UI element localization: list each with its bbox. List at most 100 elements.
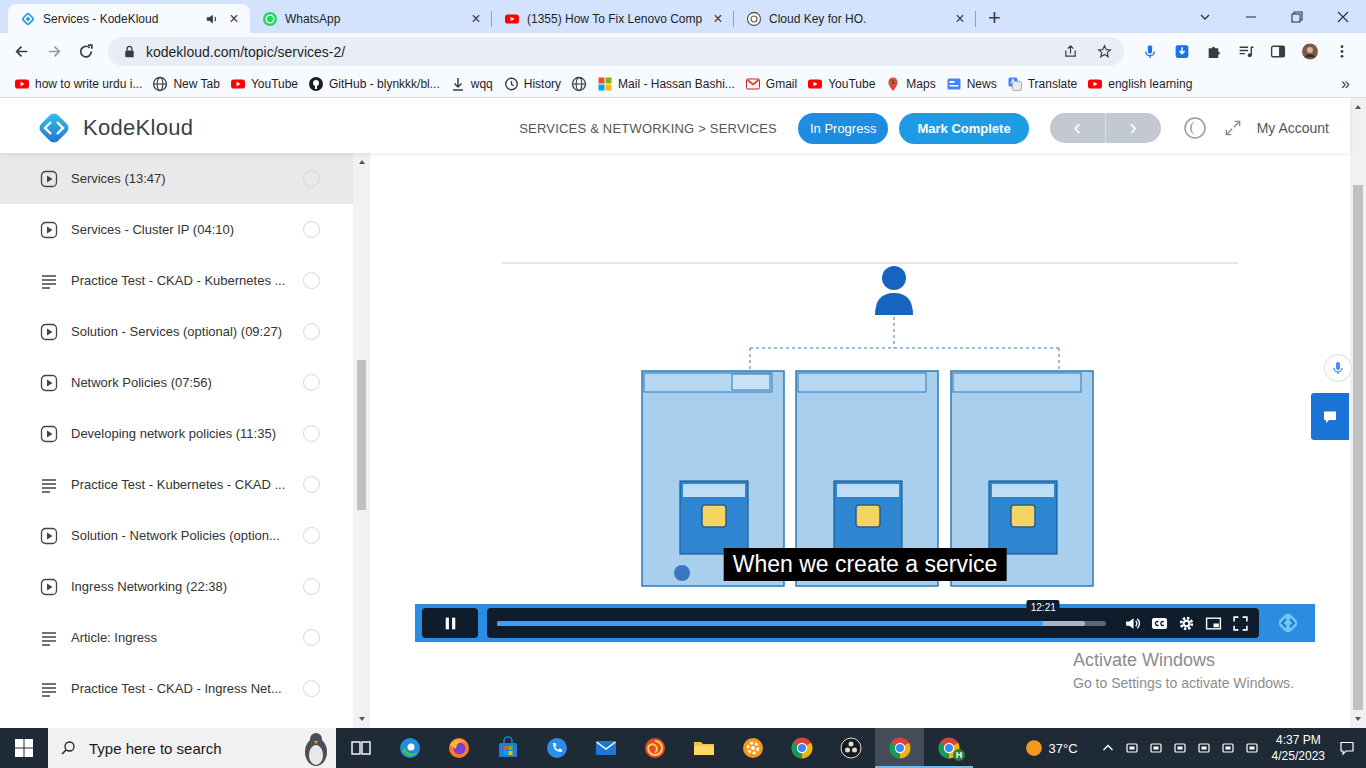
completion-circle[interactable] bbox=[303, 629, 320, 646]
usb-icon[interactable] bbox=[1144, 740, 1168, 756]
status-button[interactable]: In Progress bbox=[798, 113, 888, 144]
page-scrollbar[interactable] bbox=[1350, 98, 1366, 728]
sidebar-item[interactable]: Article: Ingress bbox=[0, 612, 353, 663]
bookmark[interactable]: YouTube bbox=[225, 76, 303, 92]
bookmark[interactable]: History bbox=[498, 76, 566, 92]
logo[interactable]: KodeKloud bbox=[34, 108, 193, 148]
taskbar-app[interactable] bbox=[581, 728, 630, 768]
completion-circle[interactable] bbox=[303, 221, 320, 238]
mark-complete-button[interactable]: Mark Complete bbox=[899, 113, 1028, 144]
chevron-up-icon[interactable] bbox=[1096, 740, 1120, 756]
completion-circle[interactable] bbox=[303, 170, 320, 187]
scroll-up-icon[interactable] bbox=[358, 158, 366, 166]
new-tab-button[interactable]: + bbox=[988, 7, 1001, 29]
taskbar-app[interactable] bbox=[826, 728, 875, 768]
video-frame[interactable]: When we create a service bbox=[415, 153, 1315, 604]
browser-tab[interactable]: Cloud Key for HO. × bbox=[734, 4, 976, 33]
completion-circle[interactable] bbox=[303, 323, 320, 340]
forward-icon[interactable] bbox=[38, 43, 70, 60]
taskbar-app[interactable] bbox=[728, 728, 777, 768]
bookmark[interactable]: Maps bbox=[880, 76, 940, 92]
taskbar-app[interactable] bbox=[385, 728, 434, 768]
sidebar-item[interactable]: Ingress Networking (22:38) bbox=[0, 561, 353, 612]
restore-icon[interactable] bbox=[1274, 9, 1320, 25]
close-icon[interactable] bbox=[1320, 9, 1366, 25]
taskbar-app[interactable] bbox=[875, 728, 924, 768]
sidebar-item[interactable]: Network Policies (07:56) bbox=[0, 357, 353, 408]
progress-bar[interactable]: 12:21 bbox=[497, 621, 1106, 626]
avatar-icon[interactable] bbox=[1294, 43, 1326, 60]
network-icon[interactable] bbox=[1120, 740, 1144, 756]
bookmark[interactable]: New Tab bbox=[147, 76, 224, 92]
completion-circle[interactable] bbox=[303, 272, 320, 289]
browser-tab[interactable]: WhatsApp × bbox=[250, 4, 492, 33]
browser-tab[interactable]: Services - KodeKloud × bbox=[8, 4, 250, 33]
weather-widget[interactable]: 37°C bbox=[1025, 739, 1078, 757]
moon-icon[interactable] bbox=[1183, 116, 1207, 140]
sidebar-item[interactable]: Practice Test - Kubernetes - CKAD ... bbox=[0, 459, 353, 510]
fullscreen-icon[interactable] bbox=[1232, 615, 1249, 632]
bookmark[interactable]: GitHub - blynkkk/bl... bbox=[303, 76, 445, 92]
play-pause-button[interactable] bbox=[422, 608, 478, 638]
address-bar[interactable]: kodekloud.com/topic/services-2/ bbox=[108, 37, 1124, 66]
scroll-up-icon[interactable] bbox=[1354, 103, 1362, 111]
sidebar-item[interactable]: Practice Test - CKAD - Ingress Net... bbox=[0, 663, 353, 714]
download-icon[interactable] bbox=[1166, 43, 1198, 60]
back-icon[interactable] bbox=[6, 43, 38, 60]
star-icon[interactable] bbox=[1097, 44, 1112, 59]
notification-icon[interactable] bbox=[1333, 740, 1366, 756]
bluetooth-icon[interactable] bbox=[1168, 740, 1192, 756]
completion-circle[interactable] bbox=[303, 374, 320, 391]
bookmark[interactable]: wqq bbox=[445, 76, 498, 92]
scroll-down-icon[interactable] bbox=[1354, 715, 1362, 723]
bookmark[interactable] bbox=[566, 76, 592, 92]
tab-close-button[interactable]: × bbox=[710, 11, 726, 27]
taskbar-app[interactable] bbox=[630, 728, 679, 768]
picture-in-picture-icon[interactable] bbox=[1205, 615, 1222, 632]
sidebar-item[interactable]: Services (13:47) bbox=[0, 153, 353, 204]
scrollbar-thumb[interactable] bbox=[357, 360, 366, 510]
chat-button[interactable] bbox=[1311, 393, 1349, 440]
bookmark[interactable]: Translate bbox=[1002, 76, 1083, 92]
completion-circle[interactable] bbox=[303, 680, 320, 697]
taskbar-app[interactable] bbox=[679, 728, 728, 768]
lock-icon[interactable] bbox=[122, 44, 137, 59]
completion-circle[interactable] bbox=[303, 578, 320, 595]
tab-close-button[interactable]: × bbox=[226, 11, 242, 27]
next-button[interactable]: › bbox=[1105, 113, 1161, 143]
taskbar-app[interactable] bbox=[532, 728, 581, 768]
sidebar-item[interactable]: Solution - Services (optional) (09:27) bbox=[0, 306, 353, 357]
sidebar-item[interactable]: Solution - Network Policies (option... bbox=[0, 510, 353, 561]
browser-tab[interactable]: (1355) How To Fix Lenovo Comp × bbox=[492, 4, 734, 33]
voice-button[interactable] bbox=[1324, 354, 1352, 382]
taskbar-app[interactable] bbox=[483, 728, 532, 768]
media-icon[interactable] bbox=[1230, 43, 1262, 60]
menu-icon[interactable] bbox=[1326, 43, 1358, 60]
completion-circle[interactable] bbox=[303, 527, 320, 544]
kodekloud-logo-icon[interactable] bbox=[1268, 611, 1308, 635]
tab-close-button[interactable]: × bbox=[468, 11, 484, 27]
captions-icon[interactable] bbox=[1151, 615, 1168, 632]
bookmark[interactable]: Mail - Hassan Bashi... bbox=[592, 76, 740, 92]
taskbar-app[interactable]: H bbox=[924, 728, 973, 768]
bookmark[interactable]: YouTube bbox=[802, 76, 880, 92]
minimize-icon[interactable] bbox=[1228, 9, 1274, 25]
display-icon[interactable] bbox=[1192, 740, 1216, 756]
sidebar-scrollbar[interactable] bbox=[353, 153, 370, 728]
extensions-icon[interactable] bbox=[1198, 43, 1230, 60]
account-link[interactable]: My Account bbox=[1257, 120, 1329, 136]
completion-circle[interactable] bbox=[303, 476, 320, 493]
scrollbar-thumb[interactable] bbox=[1353, 185, 1363, 710]
taskbar-app[interactable] bbox=[336, 728, 385, 768]
share-icon[interactable] bbox=[1063, 44, 1078, 59]
wifi-icon[interactable] bbox=[1240, 740, 1264, 756]
expand-icon[interactable] bbox=[1223, 118, 1243, 138]
bookmark[interactable]: how to write urdu i... bbox=[9, 76, 147, 92]
bookmark[interactable]: Gmail bbox=[740, 76, 802, 92]
volume-icon[interactable] bbox=[1124, 615, 1141, 632]
sidebar-item[interactable]: Developing network policies (11:35) bbox=[0, 408, 353, 459]
taskbar-app[interactable] bbox=[777, 728, 826, 768]
previous-button[interactable]: ‹ bbox=[1050, 113, 1105, 143]
reload-icon[interactable] bbox=[70, 43, 102, 60]
search-box[interactable]: Type here to search bbox=[48, 728, 336, 768]
